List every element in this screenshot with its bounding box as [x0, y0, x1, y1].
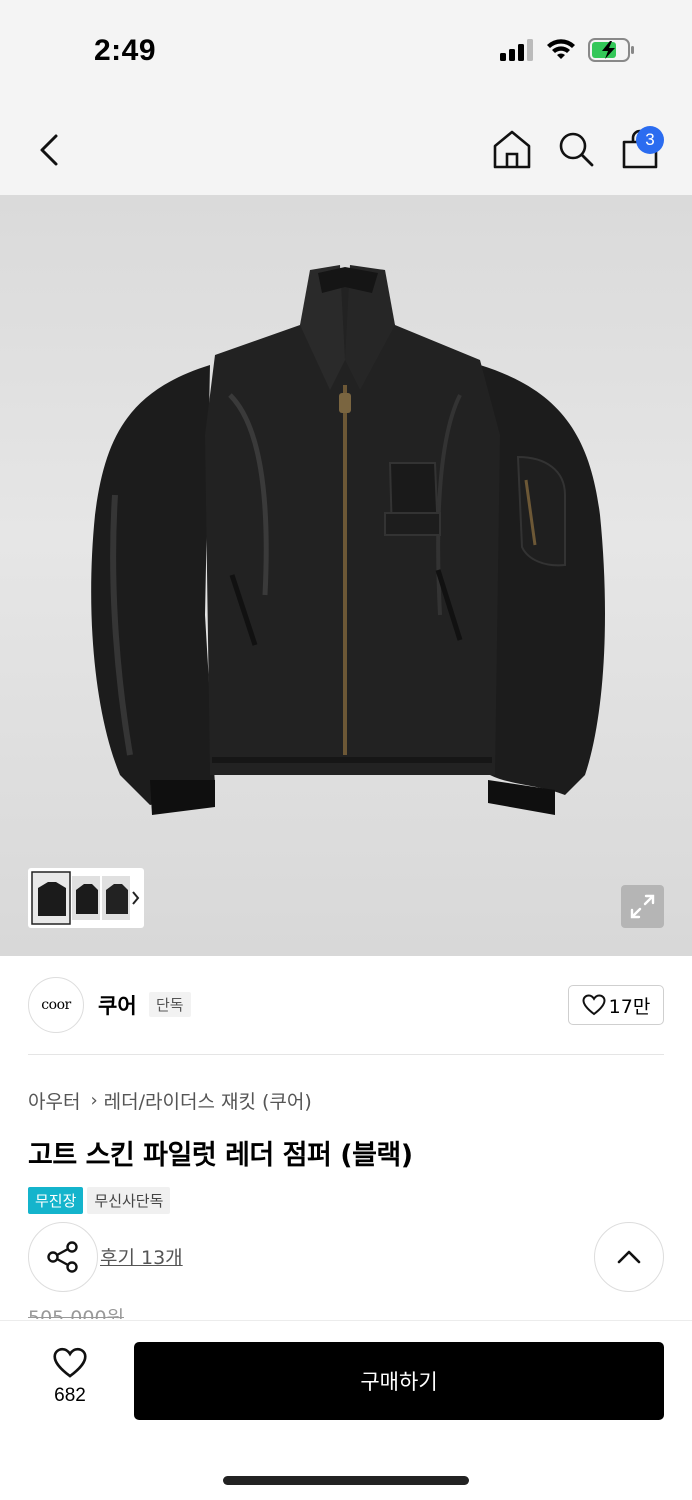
battery-icon [588, 38, 634, 62]
status-bar: 2:49 [0, 0, 692, 100]
brand-like-button[interactable]: 17만 [568, 985, 664, 1025]
divider [28, 1054, 664, 1055]
share-icon [47, 1241, 78, 1273]
heart-icon [582, 994, 606, 1016]
chevron-right-icon: › [90, 1090, 98, 1111]
badge-mujinjang: 무진장 [28, 1187, 84, 1214]
review-link[interactable]: 후기 13개 [100, 1243, 183, 1270]
home-icon[interactable] [492, 128, 532, 170]
brand-name[interactable]: 쿠어 [98, 990, 137, 1020]
brand-logo[interactable]: coor [28, 977, 84, 1033]
signal-icon [500, 39, 533, 61]
brand-like-count: 17만 [608, 995, 651, 1018]
cart-count-badge: 3 [636, 126, 664, 154]
share-button[interactable] [28, 1222, 98, 1292]
product-badges: 무진장 무신사단독 [28, 1187, 171, 1214]
breadcrumb-category[interactable]: 아우터 [28, 1087, 80, 1114]
brand-logo-text: coor [41, 997, 71, 1013]
original-price: 505,000원 [28, 1307, 125, 1319]
wifi-icon [547, 39, 575, 59]
product-like-button[interactable]: 682 [40, 1347, 100, 1407]
exclusive-tag: 단독 [149, 992, 191, 1017]
status-time: 2:49 [94, 34, 157, 67]
product-like-count: 682 [54, 1385, 86, 1406]
heart-icon [53, 1347, 87, 1378]
breadcrumb-subcategory[interactable]: 레더/라이더스 재킷 (쿠어) [104, 1087, 312, 1114]
product-image[interactable] [0, 195, 692, 956]
back-icon[interactable] [30, 128, 70, 172]
home-indicator [223, 1476, 469, 1485]
expand-icon [630, 894, 655, 919]
brand-row: coor 쿠어 단독 17만 [0, 957, 692, 1055]
chevron-up-icon [617, 1250, 641, 1264]
buy-button[interactable]: 구매하기 [134, 1342, 664, 1420]
bottom-bar: 682 구매하기 [0, 1320, 692, 1500]
thumbnail-strip[interactable] [28, 868, 144, 928]
expand-image-button[interactable] [621, 885, 664, 928]
status-icons [500, 38, 636, 62]
product-title: 고트 스킨 파일럿 레더 점퍼 (블랙) [28, 1140, 413, 1171]
badge-musinsa-exclusive: 무신사단독 [87, 1187, 171, 1214]
jacket-image [91, 265, 605, 815]
nav-bar [0, 100, 692, 195]
search-icon[interactable] [556, 128, 596, 170]
scroll-top-button[interactable] [594, 1222, 664, 1292]
breadcrumb: 아우터 › 레더/라이더스 재킷 (쿠어) [28, 1087, 312, 1114]
